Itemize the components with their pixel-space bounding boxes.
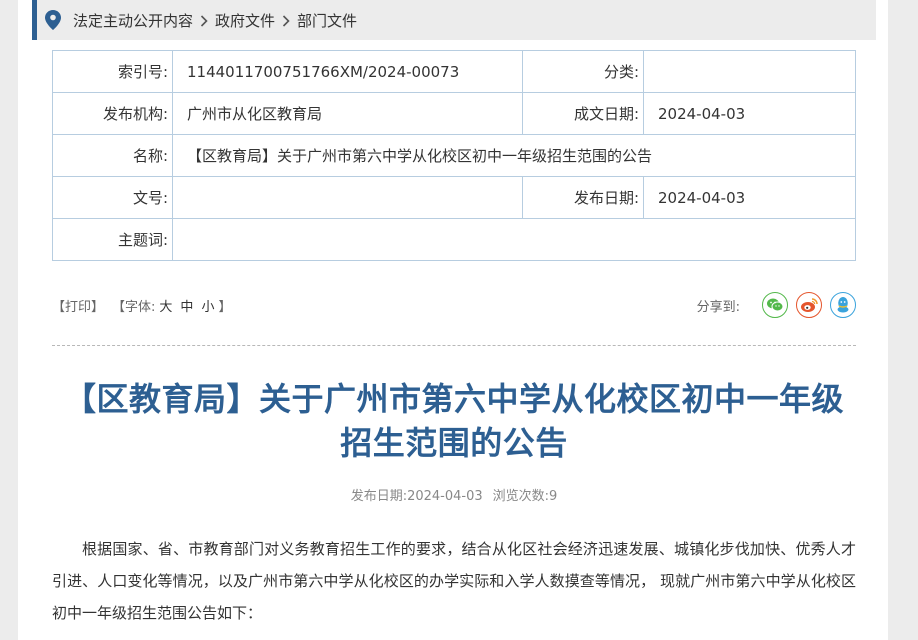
created-date-value: 2024-04-03 <box>643 92 856 135</box>
pub-date-label: 发布日期: <box>350 489 408 504</box>
table-row: 索引号: 1144011700751766XM/2024-00073 分类: <box>52 50 856 93</box>
chevron-right-icon <box>275 11 297 29</box>
published-date-label: 发布日期: <box>522 176 644 219</box>
publisher-label: 发布机构: <box>52 92 173 135</box>
document-number-label: 文号: <box>52 176 173 219</box>
created-date-label: 成文日期: <box>522 92 644 135</box>
article-toolbar: 【打印】 【字体: 大中小】 分享到: <box>52 284 856 326</box>
index-label: 索引号: <box>52 50 173 93</box>
location-pin-icon <box>45 10 61 30</box>
breadcrumb: 法定主动公开内容 政府文件 部门文件 <box>32 0 876 40</box>
subject-label: 主题词: <box>52 218 173 261</box>
table-row: 发布机构: 广州市从化区教育局 成文日期: 2024-04-03 <box>52 92 856 135</box>
print-button[interactable]: 【打印】 <box>52 300 104 315</box>
qq-share-icon[interactable] <box>830 292 856 318</box>
font-size-bracket: 】 <box>218 299 232 315</box>
share-label: 分享到: <box>696 299 740 315</box>
table-row: 主题词: <box>52 218 856 261</box>
category-label: 分类: <box>522 50 644 93</box>
published-date-value: 2024-04-03 <box>643 176 856 219</box>
article-body-paragraph: 根据国家、省、市教育部门对义务教育招生工作的要求，结合从化区社会经济迅速发展、城… <box>52 540 856 622</box>
breadcrumb-item-government-documents[interactable]: 政府文件 <box>215 10 275 31</box>
print-font-controls: 【打印】 【字体: 大中小】 <box>52 296 231 315</box>
font-large-button[interactable]: 大 <box>159 300 172 315</box>
document-number-value <box>172 176 523 219</box>
font-medium-button[interactable]: 中 <box>180 300 193 315</box>
article-title: 【区教育局】关于广州市第六中学从化校区初中一年级招生范围的公告 <box>63 380 844 462</box>
publisher-value: 广州市从化区教育局 <box>172 92 523 135</box>
breadcrumb-item-public-content[interactable]: 法定主动公开内容 <box>73 10 193 31</box>
document-metadata-table: 索引号: 1144011700751766XM/2024-00073 分类: 发… <box>52 50 856 261</box>
section-divider <box>52 345 856 346</box>
view-count-label: 浏览次数: <box>492 489 550 504</box>
table-row: 文号: 发布日期: 2024-04-03 <box>52 176 856 219</box>
view-count-value: 9 <box>549 489 558 504</box>
chevron-right-icon <box>193 11 215 29</box>
index-value: 1144011700751766XM/2024-00073 <box>172 50 523 93</box>
category-value <box>643 50 856 93</box>
share-bar: 分享到: <box>697 292 856 318</box>
wechat-share-icon[interactable] <box>762 292 788 318</box>
name-label: 名称: <box>52 134 173 177</box>
breadcrumb-item-department-documents[interactable]: 部门文件 <box>297 10 357 31</box>
table-row: 名称: 【区教育局】关于广州市第六中学从化校区初中一年级招生范围的公告 <box>52 134 856 177</box>
font-size-label: 【字体: <box>112 299 156 315</box>
name-value: 【区教育局】关于广州市第六中学从化校区初中一年级招生范围的公告 <box>172 134 856 177</box>
page-container: 法定主动公开内容 政府文件 部门文件 索引号: 1144011700751766… <box>18 0 888 640</box>
pub-date-value: 2024-04-03 <box>407 489 483 504</box>
weibo-share-icon[interactable] <box>796 292 822 318</box>
font-small-button[interactable]: 小 <box>201 300 214 315</box>
subject-value <box>172 218 856 261</box>
article-publish-info: 发布日期:2024-04-03 浏览次数:9 <box>52 485 856 504</box>
